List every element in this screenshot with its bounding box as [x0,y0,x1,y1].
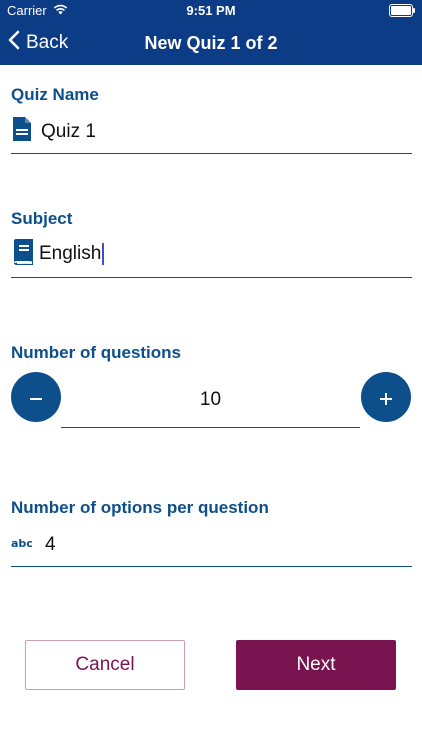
options-field[interactable]: abc 4 [11,524,412,567]
decrement-button[interactable] [11,372,61,422]
questions-count-field[interactable]: 10 [61,372,360,428]
subject-label: Subject [11,209,73,228]
battery-icon [389,4,415,17]
svg-text:abc: abc [11,537,33,550]
page-title: New Quiz 1 of 2 [144,33,278,53]
subject-value: English [39,243,105,266]
options-label: Number of options per question [11,498,269,517]
abc-icon: abc [11,536,37,555]
navigation-bar: Carrier 9:51 PM Back New Quiz 1 of 2 [0,0,422,65]
document-icon [11,116,33,147]
book-icon [11,238,35,271]
increment-button[interactable] [361,372,411,422]
subject-text: English [39,243,102,265]
text-cursor [102,243,105,266]
next-button[interactable]: Next [236,640,396,690]
options-value: 4 [45,534,56,555]
quiz-name-value: Quiz 1 [41,120,96,142]
plus-icon [379,382,393,413]
subject-field[interactable]: English [11,232,412,278]
minus-icon [29,382,43,413]
questions-label: Number of questions [11,343,182,362]
quiz-name-field[interactable]: Quiz 1 [11,110,412,154]
status-bar: Carrier 9:51 PM [0,0,422,22]
status-time: 9:51 PM [186,3,236,18]
cancel-button[interactable]: Cancel [25,640,185,690]
quiz-name-label: Quiz Name [11,85,99,104]
questions-count-value: 10 [199,388,222,410]
